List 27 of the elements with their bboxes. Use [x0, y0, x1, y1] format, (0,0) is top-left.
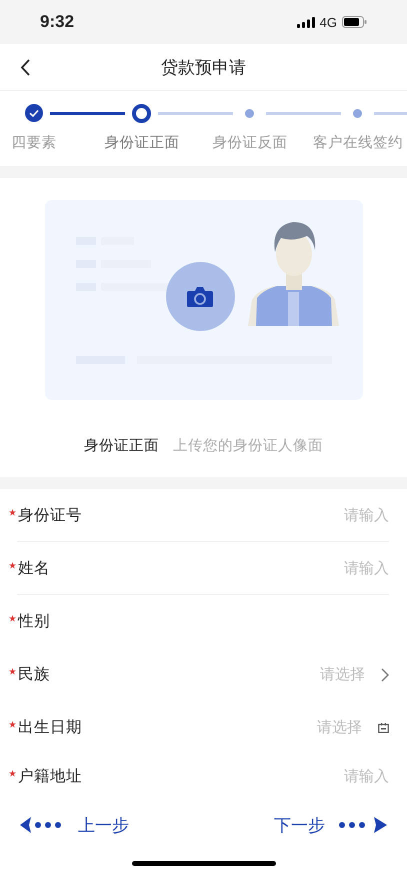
field-label: 户籍地址	[18, 766, 82, 786]
arrow-right-icon	[339, 816, 387, 834]
next-step-button[interactable]: 下一步	[274, 814, 387, 836]
previous-step-button[interactable]: 上一步	[20, 814, 129, 836]
input-field[interactable]: 请输入	[299, 559, 389, 577]
signal-icon	[296, 16, 315, 28]
status-time: 9:32	[40, 12, 74, 32]
field-label: 性别	[18, 611, 50, 632]
network-label: 4G	[320, 14, 337, 30]
step-label: 身份证正面	[104, 134, 180, 152]
input-field[interactable]: 请输入	[299, 506, 389, 524]
upload-title: 身份证正面	[84, 437, 159, 455]
field-label: 出生日期	[18, 717, 82, 738]
chevron-right-icon	[381, 668, 389, 682]
camera-icon	[186, 286, 214, 308]
page-title: 贷款预申请	[161, 56, 246, 78]
field-label: 身份证号	[18, 504, 82, 526]
arrow-left-icon	[20, 816, 64, 834]
field-label: 姓名	[18, 558, 50, 578]
calendar-icon	[378, 722, 389, 732]
step-label: 四要素	[12, 134, 56, 152]
field-label: 民族	[18, 664, 50, 685]
step-label: 身份证反面	[212, 134, 288, 152]
battery-icon	[342, 16, 367, 28]
input-field[interactable]: 请输入	[299, 767, 389, 785]
upload-hint: 上传您的身份证人像面	[173, 437, 323, 455]
step-label: 客户在线签约	[313, 134, 403, 152]
